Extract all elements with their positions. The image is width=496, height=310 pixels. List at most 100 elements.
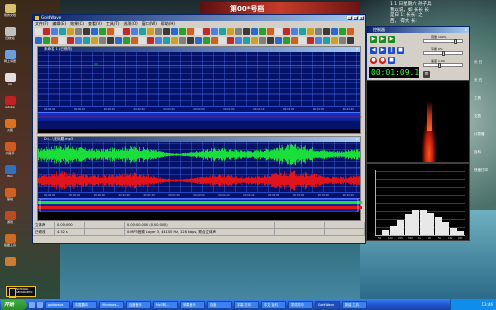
toolbar-icon[interactable] (275, 37, 282, 44)
minimize-button[interactable]: _ (347, 16, 352, 20)
taskbar-button[interactable]: Mp3转... (153, 300, 178, 309)
toolbar-icon[interactable] (91, 37, 98, 44)
toolbar-icon[interactable] (307, 37, 314, 44)
toolbar-icon[interactable] (83, 28, 90, 35)
toolbar-icon[interactable] (267, 28, 274, 35)
taskbar-button[interactable]: 中文 百科 (261, 300, 286, 309)
toolbar-icon[interactable] (131, 37, 138, 44)
play-selection-button[interactable]: ▶ (379, 36, 386, 43)
toolbar-icon[interactable] (131, 28, 138, 35)
toolbar-icon[interactable] (275, 28, 282, 35)
toolbar-icon[interactable] (283, 37, 290, 44)
quicklaunch-desktop-icon[interactable] (37, 301, 43, 308)
desktop-icon[interactable]: 网上邻居 (2, 50, 18, 64)
taskbar-button[interactable]: Windows... (99, 300, 124, 309)
play-all-button[interactable]: ▶ (370, 36, 377, 43)
toolbar-icon[interactable] (75, 28, 82, 35)
toolbar-icon[interactable] (123, 28, 130, 35)
toolbar-icon[interactable] (323, 37, 330, 44)
toolbar-icon[interactable] (43, 28, 50, 35)
toolbar-icon[interactable] (35, 37, 42, 44)
taskbar-button[interactable]: 中国要闻 (72, 300, 97, 309)
waveform-left-channel-2[interactable] (38, 142, 360, 167)
desktop-icon[interactable]: AA (2, 73, 18, 87)
taskbar-button[interactable]: 百度 (207, 300, 232, 309)
toolbar-icon[interactable] (299, 37, 306, 44)
toolbar-icon[interactable] (235, 28, 242, 35)
toolbar-icon[interactable] (171, 37, 178, 44)
speed-slider[interactable] (423, 63, 463, 68)
toolbar-icon[interactable] (179, 28, 186, 35)
toolbar-icon[interactable] (251, 37, 258, 44)
toolbar-icon[interactable] (347, 37, 354, 44)
toolbar-icon[interactable] (299, 28, 306, 35)
toolbar-icon[interactable] (83, 37, 90, 44)
taskbar-button[interactable]: 苹果音乐 (180, 300, 205, 309)
record-selection-button[interactable]: ● (379, 57, 386, 64)
scrollbar-area-1[interactable] (38, 120, 360, 129)
toolbar-icon[interactable] (203, 28, 210, 35)
toolbar-icon[interactable] (163, 28, 170, 35)
desktop-icon[interactable]: 火狐 (2, 119, 18, 133)
waveform-right-channel-2[interactable] (38, 167, 360, 192)
toolbar-icon[interactable] (67, 28, 74, 35)
toolbar-icon[interactable] (155, 28, 162, 35)
toolbar-icon[interactable] (331, 28, 338, 35)
toolbar-icon[interactable] (235, 37, 242, 44)
desktop-icon[interactable]: 截图工具 (2, 234, 18, 248)
toolbar-icon[interactable] (219, 37, 226, 44)
play-view-button[interactable]: ▶ (388, 36, 395, 43)
toolbar-icon[interactable] (347, 28, 354, 35)
desktop-icon[interactable]: 游戏 (2, 211, 18, 225)
desktop-icon[interactable]: 驱动 (2, 188, 18, 202)
goldwave-window[interactable]: GoldWave _ □ x 文件(F) 编辑(E) 效果(C) 查看(V) 工具(T)… (32, 14, 366, 244)
volume-slider[interactable] (423, 39, 463, 44)
toolbar-icon[interactable] (291, 28, 298, 35)
balance-slider[interactable] (423, 51, 463, 56)
toolbar-icon[interactable] (187, 28, 194, 35)
toolbar-icon[interactable] (283, 28, 290, 35)
toolbar-icon[interactable] (147, 28, 154, 35)
toolbar-icon[interactable] (147, 37, 154, 44)
toolbar-icon[interactable] (243, 28, 250, 35)
desktop-icon-label[interactable]: 文档 (474, 114, 481, 119)
toolbar-icon[interactable] (59, 28, 66, 35)
toolbar-icon[interactable] (187, 37, 194, 44)
pause-button[interactable]: ‖ (388, 47, 395, 54)
desktop-icon-label[interactable]: 计算器 (474, 132, 485, 137)
toolbar-icon[interactable] (227, 37, 234, 44)
toolbar-icon[interactable] (315, 28, 322, 35)
taskbar-button[interactable]: 新建 工具 (342, 300, 367, 309)
start-button[interactable]: 开始 (1, 299, 27, 310)
waveform-left-channel-1[interactable] (38, 52, 360, 79)
desktop-icon[interactable] (2, 257, 18, 271)
control-panel[interactable]: 控制器 x ▶ ▶ ▶ ◀ ▶ ‖ ■ ● ● ■ 00:01:09.1 音量 … (366, 26, 470, 86)
toolbar-icon[interactable] (75, 37, 82, 44)
rewind-button[interactable]: ◀ (370, 47, 377, 54)
desktop-icon-label[interactable]: 快速打印 (474, 168, 488, 173)
desktop-icon[interactable]: 我的文档 (2, 4, 18, 18)
overview-bar-2[interactable] (38, 198, 362, 212)
toolbar-icon[interactable] (155, 37, 162, 44)
taskbar-button[interactable]: goldwave (45, 300, 70, 309)
toolbar-icon[interactable] (251, 28, 258, 35)
desktop-icon[interactable]: 六段平 (2, 142, 18, 156)
toolbar-icon[interactable] (291, 37, 298, 44)
toolbar-icon[interactable] (123, 37, 130, 44)
toolbar-icon[interactable] (227, 28, 234, 35)
toolbar-icon[interactable] (203, 37, 210, 44)
control-panel-titlebar[interactable]: 控制器 x (367, 27, 469, 33)
toolbar-icon[interactable] (211, 28, 218, 35)
toolbar-icon[interactable] (67, 37, 74, 44)
sound-window-2[interactable]: D:\...\无标题.mp3 x 00:00:00 00:00:20 00:00:4… (37, 136, 362, 221)
forward-button[interactable]: ▶ (379, 47, 386, 54)
toolbar-icon[interactable] (35, 28, 42, 35)
desktop-icon[interactable]: Adobe (2, 96, 18, 110)
overview-bar-1[interactable] (38, 112, 362, 121)
toolbar-icon[interactable] (331, 37, 338, 44)
stop-button[interactable]: ■ (397, 47, 404, 54)
toolbar-icon[interactable] (51, 37, 58, 44)
toolbar-icon[interactable] (219, 28, 226, 35)
toolbar-icon[interactable] (51, 28, 58, 35)
waveform-right-channel-1[interactable] (38, 79, 360, 106)
